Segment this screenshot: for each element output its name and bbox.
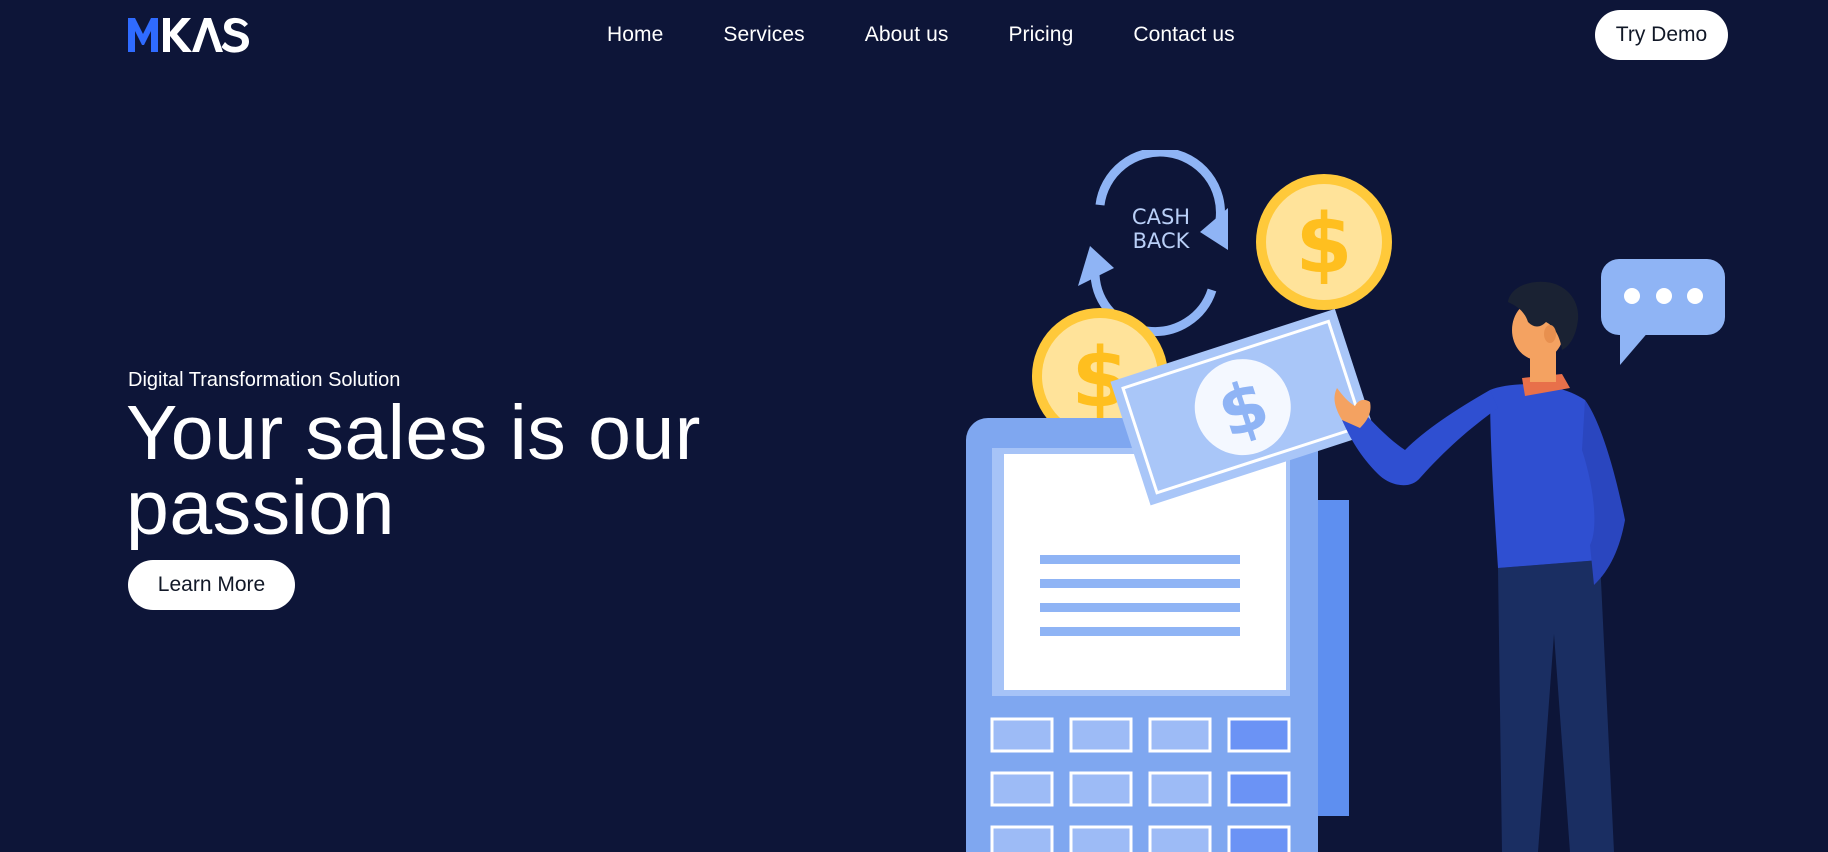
main-nav: Home Services About us Pricing Contact u…: [607, 20, 1235, 50]
nav-about-us[interactable]: About us: [865, 20, 949, 50]
page: Home Services About us Pricing Contact u…: [0, 0, 1828, 852]
chat-bubble-icon: [1601, 259, 1725, 365]
dollar-coin-icon: $: [1256, 174, 1392, 310]
try-demo-button[interactable]: Try Demo: [1595, 10, 1728, 60]
nav-home[interactable]: Home: [607, 20, 663, 50]
nav-contact-us[interactable]: Contact us: [1133, 20, 1234, 50]
cashback-icon: CASH BACK: [1078, 150, 1228, 337]
hero-headline: Your sales is our passion: [126, 390, 701, 551]
nav-services[interactable]: Services: [723, 20, 804, 50]
nav-pricing[interactable]: Pricing: [1008, 20, 1073, 50]
person-figure: [1334, 281, 1625, 852]
cashback-line2: BACK: [1133, 229, 1191, 253]
cashback-line1: CASH: [1132, 205, 1190, 229]
svg-text:$: $: [1071, 331, 1128, 426]
learn-more-button[interactable]: Learn More: [128, 560, 295, 610]
svg-text:$: $: [1295, 197, 1352, 292]
hero-illustration: CASH BACK $ $ $: [950, 150, 1750, 852]
brand-logo[interactable]: [128, 14, 250, 54]
